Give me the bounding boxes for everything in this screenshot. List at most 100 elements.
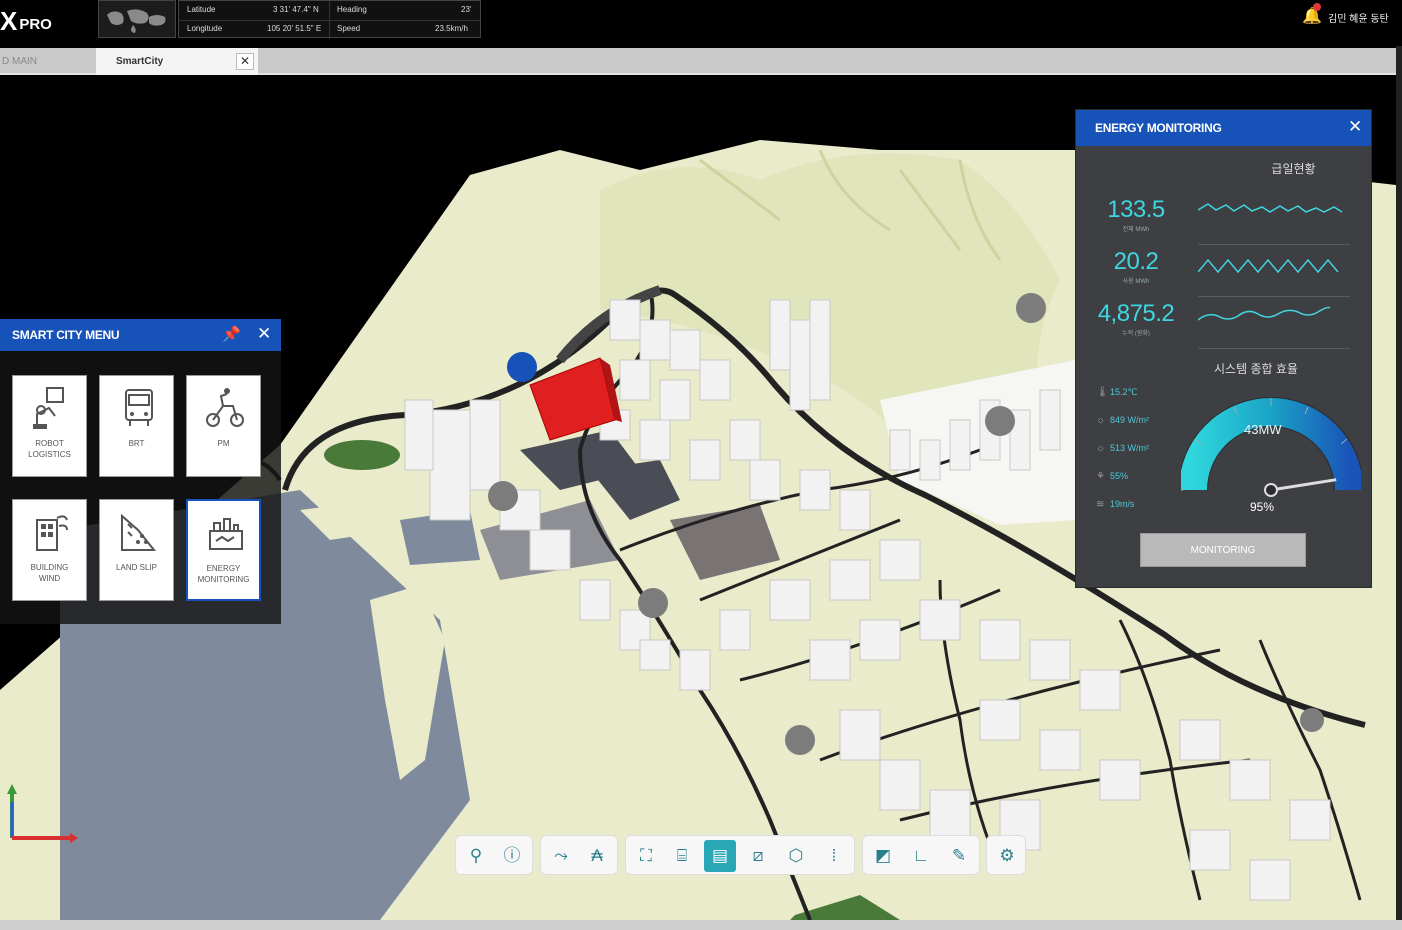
energy-monitoring-title: ENERGY MONITORING [1095,121,1222,135]
close-icon[interactable]: ✕ [257,324,271,344]
smart-city-menu-title: SMART CITY MENU [12,328,120,342]
user-name[interactable]: 김민 혜윤 동탄 [1328,10,1389,25]
personal-mobility-icon [206,388,244,427]
toolbar-group-4: ◩ ∟ ✎ [862,835,980,875]
longitude-label: Longitude [187,24,223,33]
top-bar: X PRO Latitude 3 31' 47.4" N Heading 23'… [0,0,1402,46]
toolbar-group-1: ⚲ ⓘ [455,835,533,875]
gauge-needle [1270,478,1337,492]
speed-value: 23.5km/h [435,24,468,33]
ruler-icon[interactable]: ⧄ [742,840,774,872]
slope-icon[interactable]: ◩ [867,840,899,872]
world-map-thumbnail[interactable] [98,0,176,38]
route-icon[interactable]: ⤳ [545,840,577,872]
wind-icon: ≋ [1096,499,1105,510]
solar-icon: ☼ [1096,443,1106,454]
close-icon[interactable]: ✕ [1348,117,1362,137]
env-temperature-value: 15.2℃ [1110,387,1138,397]
scan-icon[interactable]: ⛶ [630,840,662,872]
cylinder-icon[interactable]: ⌸ [666,840,698,872]
menu-energy-monitoring-label: ENERGY MONITORING [197,564,250,584]
toolbar-group-5: ⚙ [986,835,1026,875]
alert-icon[interactable]: ⓘ [496,840,528,872]
metric-unit-total: 전체 MWh [1122,227,1150,233]
env-irradiance-2-value: 513 W/m² [1110,443,1150,453]
env-irradiance-1: ☼ 849 W/m² [1096,415,1149,426]
env-temperature: 🌡15.2℃ [1096,387,1138,398]
metric-unit-usage: 사용 MWh [1122,279,1150,285]
smart-city-menu-header: SMART CITY MENU 📌 ✕ [0,319,281,351]
logo-text: PRO [19,15,52,33]
env-irradiance-2: ☼ 513 W/m² [1096,443,1149,454]
angle-icon[interactable]: ∟ [905,840,937,872]
solar-icon: ☼ [1096,415,1106,426]
axes-gizmo [7,784,78,843]
toolbar-group-2: ⤳ ₳ [540,835,618,875]
tab-bar: D MAIN SmartCity ✕ [0,48,1396,75]
heading-label: Heading [337,5,367,14]
menu-pm-label: PM [217,439,230,448]
land-slip-icon [121,513,157,551]
energy-monitoring-panel: ENERGY MONITORING ✕ 급일현황 133.5 전체 MWh 20… [1075,109,1372,588]
footprint-icon[interactable]: ⁞ [818,840,850,872]
supply-status-title: 급일현황 [1271,162,1316,176]
humidity-icon: ⚘ [1096,471,1105,482]
menu-brt[interactable]: BRT [99,375,174,477]
settings-icon[interactable]: ⚙ [991,840,1023,872]
gauge-power-value: 43MW [1244,422,1282,437]
speed-label: Speed [337,24,361,33]
tab-main[interactable]: D MAIN [0,48,95,75]
divider [1198,244,1350,245]
efficiency-gauge [1181,397,1361,497]
building-wind-icon [36,515,68,551]
divider [1198,348,1350,349]
tab-smartcity[interactable]: SmartCity [96,48,258,75]
menu-brt-label: BRT [128,439,145,448]
metric-value-cumulative: 4,875.2 [1097,300,1175,327]
latitude-value: 3 31' 47.4" N [273,5,319,14]
window-edge [1396,46,1402,930]
metric-value-total: 133.5 [1107,196,1165,223]
thermometer-icon: 🌡 [1096,387,1109,398]
env-humidity-value: 55% [1110,471,1129,481]
menu-building-wind-label: BUILDING WIND [30,563,69,583]
system-efficiency-title: 시스템 종합 효율 [1214,362,1298,376]
status-strip [0,920,1402,930]
app-logo: X PRO [0,6,52,36]
building-icon[interactable]: ▤ [704,840,736,872]
menu-energy-monitoring[interactable]: ENERGY MONITORING [186,499,261,601]
env-irradiance-1-value: 849 W/m² [1110,415,1150,425]
brt-bus-icon [125,389,153,426]
close-tab-icon[interactable]: ✕ [236,53,254,70]
menu-robot-logistics[interactable]: ROBOT LOGISTICS [12,375,87,477]
cube-icon[interactable]: ⬡ [780,840,812,872]
hierarchy-icon[interactable]: ⚲ [460,840,492,872]
menu-land-slip-label: LAND SLIP [116,563,157,572]
logo-mark: X [0,5,17,36]
menu-pm[interactable]: PM [186,375,261,477]
monitoring-button[interactable]: MONITORING [1140,533,1306,567]
divider [1198,296,1350,297]
menu-robot-logistics-label: ROBOT LOGISTICS [28,439,71,459]
sparklines [1198,203,1343,321]
metric-unit-cumulative: 누적 (원화) [1122,331,1150,337]
toolbar-group-3: ⛶ ⌸ ▤ ⧄ ⬡ ⁞ [625,835,855,875]
tab-smartcity-label: SmartCity [116,56,164,67]
latitude-label: Latitude [187,5,216,14]
metric-value-usage: 20.2 [1113,248,1159,275]
pin-icon[interactable]: 📌 [222,325,241,343]
robot-logistics-icon [33,387,64,429]
note-icon[interactable]: ✎ [943,840,975,872]
menu-building-wind[interactable]: BUILDING WIND [12,499,87,601]
longitude-value: 105 20' 51.5" E [267,24,322,33]
smart-city-menu-panel: SMART CITY MENU 📌 ✕ ROBOT LOGISTICS BRT [0,319,281,624]
env-wind: ≋ 19m/s [1096,499,1135,510]
env-wind-value: 19m/s [1110,499,1135,509]
menu-land-slip[interactable]: LAND SLIP [99,499,174,601]
text-icon[interactable]: ₳ [581,840,613,872]
env-humidity: ⚘ 55% [1096,471,1128,482]
notification-badge [1313,3,1321,11]
energy-monitoring-icon [209,518,243,550]
gauge-percent-value: 95% [1250,500,1275,514]
heading-value: 23' [461,5,472,14]
